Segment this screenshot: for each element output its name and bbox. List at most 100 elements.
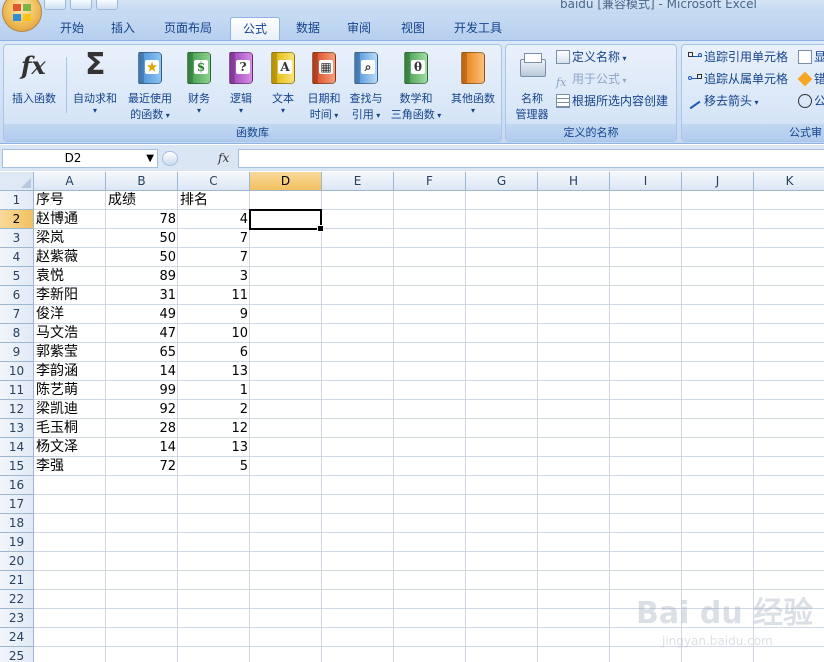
row-header-4[interactable]: 4 xyxy=(0,248,34,267)
cell-B1[interactable]: 成绩 xyxy=(106,191,178,210)
recently-used-button[interactable]: ★ 最近使用 的函数 xyxy=(122,47,178,123)
cell-C7[interactable]: 9 xyxy=(178,305,250,324)
row-header-16[interactable]: 16 xyxy=(0,476,34,495)
cell-B15[interactable]: 72 xyxy=(106,457,178,476)
cell-C5[interactable]: 3 xyxy=(178,267,250,286)
cell-C9[interactable]: 6 xyxy=(178,343,250,362)
column-header-E[interactable]: E xyxy=(322,172,394,191)
tab-home[interactable]: 开始 xyxy=(50,17,94,40)
customize-toolbar-button[interactable] xyxy=(96,0,118,10)
cell-C2[interactable]: 4 xyxy=(178,210,250,229)
tab-view[interactable]: 视图 xyxy=(390,17,436,40)
logical-button[interactable]: ? 逻辑 ▾ xyxy=(222,47,260,123)
cell-B4[interactable]: 50 xyxy=(106,248,178,267)
cell-B12[interactable]: 92 xyxy=(106,400,178,419)
cell-A15[interactable]: 李强 xyxy=(34,457,106,476)
row-header-2[interactable]: 2 xyxy=(0,210,34,229)
row-header-14[interactable]: 14 xyxy=(0,438,34,457)
math-trig-button[interactable]: θ 数学和 三角函数 xyxy=(388,47,444,123)
cell-A13[interactable]: 毛玉桐 xyxy=(34,419,106,438)
define-name-button[interactable]: 定义名称 ▾ xyxy=(556,47,627,67)
cell-C12[interactable]: 2 xyxy=(178,400,250,419)
column-header-B[interactable]: B xyxy=(106,172,178,191)
cell-B5[interactable]: 89 xyxy=(106,267,178,286)
row-header-3[interactable]: 3 xyxy=(0,229,34,248)
cell-B14[interactable]: 14 xyxy=(106,438,178,457)
cell-A9[interactable]: 郭紫莹 xyxy=(34,343,106,362)
lookup-reference-button[interactable]: ⌕ 查找与 引用 xyxy=(346,47,386,123)
cell-C14[interactable]: 13 xyxy=(178,438,250,457)
error-checking-button[interactable]: 错 xyxy=(797,69,824,89)
date-time-button[interactable]: ▦ 日期和 时间 xyxy=(304,47,344,123)
row-header-8[interactable]: 8 xyxy=(0,324,34,343)
column-header-K[interactable]: K xyxy=(754,172,824,191)
cell-B6[interactable]: 31 xyxy=(106,286,178,305)
tab-page-layout[interactable]: 页面布局 xyxy=(152,17,224,40)
cell-B8[interactable]: 47 xyxy=(106,324,178,343)
column-header-J[interactable]: J xyxy=(682,172,754,191)
use-in-formula-button[interactable]: fx 用于公式 ▾ xyxy=(556,69,627,89)
cell-B10[interactable]: 14 xyxy=(106,362,178,381)
cell-B11[interactable]: 99 xyxy=(106,381,178,400)
cell-B13[interactable]: 28 xyxy=(106,419,178,438)
cell-A10[interactable]: 李韵涵 xyxy=(34,362,106,381)
financial-button[interactable]: $ 财务 ▾ xyxy=(180,47,218,123)
row-header-13[interactable]: 13 xyxy=(0,419,34,438)
row-header-9[interactable]: 9 xyxy=(0,343,34,362)
cell-C6[interactable]: 11 xyxy=(178,286,250,305)
select-all-button[interactable] xyxy=(0,172,34,191)
cell-C13[interactable]: 12 xyxy=(178,419,250,438)
insert-function-fx-icon[interactable]: fx xyxy=(218,149,229,168)
cell-A3[interactable]: 梁岚 xyxy=(34,229,106,248)
row-header-15[interactable]: 15 xyxy=(0,457,34,476)
cell-C1[interactable]: 排名 xyxy=(178,191,250,210)
tab-insert[interactable]: 插入 xyxy=(100,17,146,40)
row-header-7[interactable]: 7 xyxy=(0,305,34,324)
show-formulas-button[interactable]: 显 xyxy=(798,47,824,67)
cell-C4[interactable]: 7 xyxy=(178,248,250,267)
column-header-D[interactable]: D xyxy=(250,172,322,191)
insert-function-button[interactable]: fx 插入函数 xyxy=(6,47,62,123)
tab-developer[interactable]: 开发工具 xyxy=(442,17,514,40)
name-box[interactable]: D2 ▼ xyxy=(2,149,158,168)
column-header-I[interactable]: I xyxy=(610,172,682,191)
create-from-selection-button[interactable]: 根据所选内容创建 xyxy=(556,91,668,111)
column-header-C[interactable]: C xyxy=(178,172,250,191)
cell-B7[interactable]: 49 xyxy=(106,305,178,324)
row-header-11[interactable]: 11 xyxy=(0,381,34,400)
row-header-20[interactable]: 20 xyxy=(0,552,34,571)
worksheet-grid[interactable]: ABCDEFGHIJK 1 2 3 4 5 6 7 8 9 10 11 12 13 14 15 16 17 18 1… xyxy=(0,172,824,662)
cell-C15[interactable]: 5 xyxy=(178,457,250,476)
cell-C11[interactable]: 1 xyxy=(178,381,250,400)
cell-A8[interactable]: 马文浩 xyxy=(34,324,106,343)
active-cell-selection[interactable] xyxy=(249,209,324,232)
trace-dependents-button[interactable]: 追踪从属单元格 xyxy=(688,69,788,89)
undo-button[interactable] xyxy=(44,0,66,10)
more-functions-button[interactable]: 其他函数 ▾ xyxy=(446,47,500,123)
column-header-A[interactable]: A xyxy=(34,172,106,191)
autosum-button[interactable]: Σ 自动求和 ▾ xyxy=(68,47,122,123)
row-header-5[interactable]: 5 xyxy=(0,267,34,286)
row-header-6[interactable]: 6 xyxy=(0,286,34,305)
tab-review[interactable]: 审阅 xyxy=(336,17,382,40)
column-header-G[interactable]: G xyxy=(466,172,538,191)
cell-A5[interactable]: 袁悦 xyxy=(34,267,106,286)
row-header-10[interactable]: 10 xyxy=(0,362,34,381)
cell-A4[interactable]: 赵紫薇 xyxy=(34,248,106,267)
name-manager-button[interactable]: 名称 管理器 xyxy=(510,47,554,123)
row-header-23[interactable]: 23 xyxy=(0,609,34,628)
row-header-25[interactable]: 25 xyxy=(0,647,34,662)
cell-A14[interactable]: 杨文泽 xyxy=(34,438,106,457)
tab-data[interactable]: 数据 xyxy=(286,17,330,40)
column-header-F[interactable]: F xyxy=(394,172,466,191)
cell-B2[interactable]: 78 xyxy=(106,210,178,229)
row-header-12[interactable]: 12 xyxy=(0,400,34,419)
row-header-1[interactable]: 1 xyxy=(0,191,34,210)
cell-A2[interactable]: 赵博通 xyxy=(34,210,106,229)
formula-input[interactable] xyxy=(238,149,824,168)
cell-C8[interactable]: 10 xyxy=(178,324,250,343)
remove-arrows-button[interactable]: 移去箭头 ▾ xyxy=(688,91,759,111)
quick-access-button[interactable] xyxy=(70,0,92,10)
cell-A7[interactable]: 俊洋 xyxy=(34,305,106,324)
row-header-19[interactable]: 19 xyxy=(0,533,34,552)
